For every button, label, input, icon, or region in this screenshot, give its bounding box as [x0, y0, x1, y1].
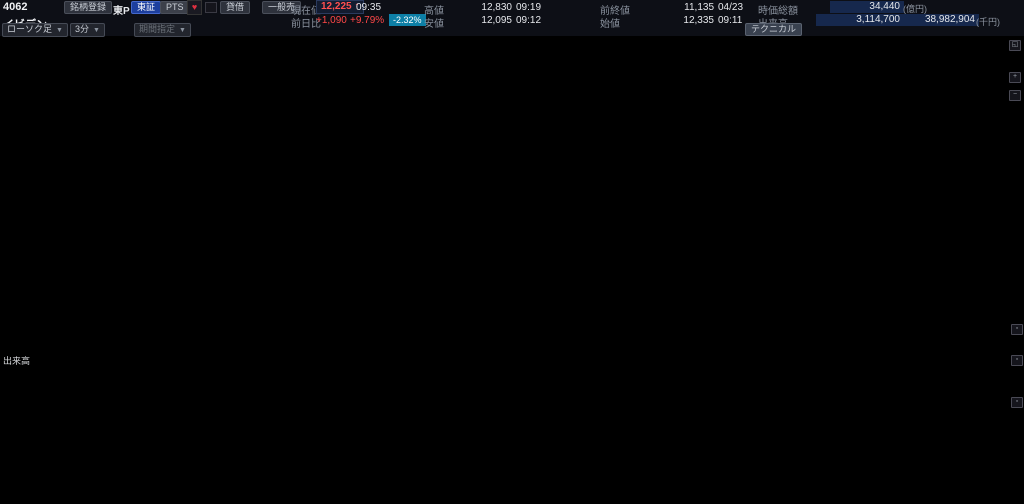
volume-panel-title: 出来高	[3, 354, 30, 367]
volume-value: 3,114,700	[816, 14, 904, 26]
technical-button[interactable]: テクニカル	[745, 23, 802, 36]
prev-close-date: 04/23	[718, 2, 743, 13]
open-label: 始値	[600, 15, 620, 30]
chevron-down-icon: ▼	[56, 27, 63, 34]
chevron-down-icon: ▼	[93, 27, 100, 34]
interval-dropdown[interactable]: 3分▼	[70, 23, 105, 37]
stock-code: 4062	[3, 1, 27, 13]
current-time: 09:35	[356, 2, 381, 13]
high-value: 12,830	[470, 2, 512, 13]
chart-canvas[interactable]	[0, 0, 1024, 504]
market-cap-value: 34,440	[830, 1, 904, 13]
low-time: 09:12	[516, 15, 541, 26]
price-axis[interactable]	[975, 36, 1024, 488]
favorite-heart-icon[interactable]: ♥	[187, 0, 202, 15]
range-dropdown[interactable]: 期間指定▼	[134, 23, 191, 37]
turnover-value: 38,982,904	[901, 14, 979, 26]
low-label: 安値	[424, 15, 444, 30]
register-stock-button[interactable]: 銘柄登録	[64, 1, 112, 14]
market-section-label: 東P	[113, 2, 130, 17]
trading-app-window: 4062 銘柄登録 東P 東証 PTS ♥ 貸借 一般売 現在値 12,225 …	[0, 0, 1024, 504]
open-time: 09:11	[718, 15, 742, 26]
time-axis[interactable]	[0, 488, 975, 504]
exchange-pts-button[interactable]: PTS	[160, 1, 190, 14]
exchange-tse-button[interactable]: 東証	[131, 1, 161, 14]
chevron-down-icon: ▼	[179, 27, 186, 34]
turnover-unit: (千円)	[976, 15, 1000, 28]
high-time: 09:19	[516, 2, 541, 13]
open-value: 12,335	[672, 15, 714, 26]
chart-type-dropdown[interactable]: ローソク足▼	[2, 23, 68, 37]
low-value: 12,095	[470, 15, 512, 26]
margin-lend-button[interactable]: 貸借	[220, 1, 250, 14]
change-percent: +9.79%	[350, 15, 384, 26]
deviation-chip: -2.32%	[389, 14, 426, 26]
change-value: +1,090	[316, 15, 347, 26]
header: 4062 銘柄登録 東P 東証 PTS ♥ 貸借 一般売 現在値 12,225 …	[0, 0, 1024, 36]
prev-close-value: 11,135	[672, 2, 714, 13]
memo-icon[interactable]	[205, 2, 217, 13]
